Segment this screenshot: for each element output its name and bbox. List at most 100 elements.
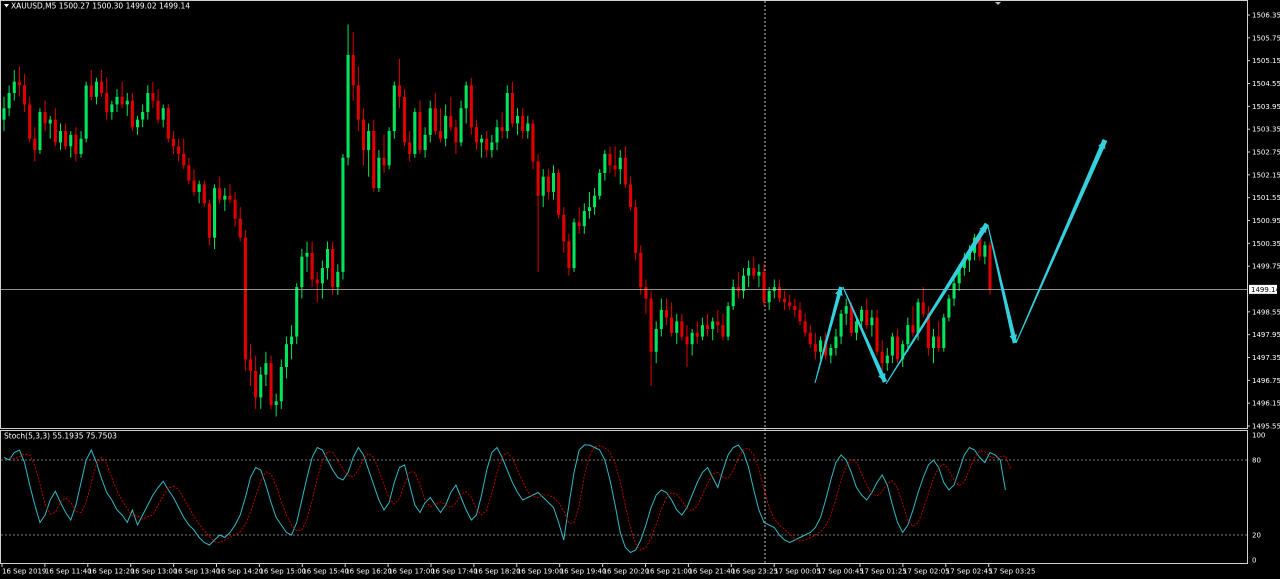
time-axis-label: 16 Sep 19:00 xyxy=(517,568,564,576)
candle-body xyxy=(593,195,597,208)
price-axis-label: 1505.15 xyxy=(1252,57,1280,65)
price-axis-label: 1496.75 xyxy=(1252,377,1280,385)
candle-body xyxy=(510,93,514,124)
candle-body xyxy=(2,108,6,120)
candle-body xyxy=(931,336,936,348)
candle-body xyxy=(156,100,160,120)
candle-body xyxy=(182,153,186,166)
price-axis-label: 1500.35 xyxy=(1252,240,1280,248)
candle-body xyxy=(315,279,319,284)
candle-body xyxy=(793,306,797,310)
candle-body xyxy=(572,222,576,269)
candle-body xyxy=(490,142,494,151)
candle-body xyxy=(17,81,21,86)
candle-body xyxy=(890,336,894,356)
candle-body xyxy=(469,85,473,128)
candle-body xyxy=(351,54,355,86)
candle-body xyxy=(84,85,88,139)
candle-body xyxy=(860,309,864,322)
candle-body xyxy=(243,237,247,360)
candle-body xyxy=(89,85,93,97)
candle-body xyxy=(829,347,833,356)
candle-body xyxy=(803,321,807,333)
candle-body xyxy=(171,138,176,147)
time-axis-label: 16 Sep 18:20 xyxy=(474,568,521,576)
candle-body xyxy=(695,332,699,337)
candle-body xyxy=(937,336,941,348)
symbol-dropdown-icon[interactable] xyxy=(4,4,9,8)
candle-body xyxy=(654,328,658,352)
arrow-segment xyxy=(987,225,1018,344)
candle-body xyxy=(135,119,140,128)
candle-body xyxy=(670,317,674,333)
candle-body xyxy=(320,268,324,284)
candle-body xyxy=(562,214,566,242)
candle-body xyxy=(115,96,119,105)
candle-body xyxy=(372,131,376,189)
candle-body xyxy=(480,138,484,143)
price-axis-label: 1501.55 xyxy=(1252,194,1280,202)
candle-body xyxy=(110,104,114,113)
candle-body xyxy=(228,195,232,200)
price-axis: 1506.35 1505.75 1505.15 1504.55 1503.95 1503.… xyxy=(1247,12,1280,431)
price-axis-label: 1500.95 xyxy=(1252,217,1280,225)
candle-body xyxy=(125,100,129,105)
current-price-label: 1499.14 xyxy=(1251,286,1280,294)
candle-body xyxy=(947,298,951,318)
candle-body xyxy=(331,249,335,288)
candle-body xyxy=(233,199,237,219)
candle-body xyxy=(567,241,571,269)
candle-body xyxy=(818,340,823,352)
candle-body xyxy=(546,176,550,192)
candle-body xyxy=(613,165,617,170)
candle-body xyxy=(521,115,525,132)
stoch-axis-label: 80 xyxy=(1252,457,1261,465)
candle-body xyxy=(752,268,756,276)
arrow-annotation[interactable] xyxy=(814,138,1108,385)
candle-body xyxy=(557,172,561,215)
chart-shift-marker-icon[interactable] xyxy=(995,2,1001,5)
candle-body xyxy=(7,93,11,109)
candle-body xyxy=(79,138,83,154)
candle-body xyxy=(94,81,98,97)
candle-body xyxy=(896,336,900,360)
candle-body xyxy=(516,115,520,124)
candle-body xyxy=(464,85,468,109)
time-axis-label: 16 Sep 23:25 xyxy=(731,568,778,576)
candle-body xyxy=(603,153,607,173)
candle-body xyxy=(146,93,150,113)
price-axis-label: 1499.75 xyxy=(1252,263,1280,271)
candle-body xyxy=(500,127,504,132)
stoch-axis-label: 20 xyxy=(1252,532,1261,540)
time-axis-label: 16 Sep 21:00 xyxy=(646,568,693,576)
candle-body xyxy=(526,123,530,132)
candle-body xyxy=(397,85,401,97)
candle-body xyxy=(166,108,170,139)
price-axis-label: 1502.75 xyxy=(1252,149,1280,157)
candle-body xyxy=(983,245,987,257)
candle-body xyxy=(906,325,910,345)
candle-body xyxy=(757,271,761,276)
candle-body xyxy=(731,287,735,307)
candle-body xyxy=(741,275,746,291)
chart-canvas[interactable]: 1506.35 1505.75 1505.15 1504.55 1503.95 1503.… xyxy=(0,0,1280,579)
candle-body xyxy=(459,108,463,143)
price-axis-label: 1502.15 xyxy=(1252,171,1280,179)
candle-body xyxy=(433,108,437,132)
candle-body xyxy=(659,309,663,329)
stoch-header: Stoch(5,3,3) 55.1935 75.7503 xyxy=(4,432,117,441)
candle-body xyxy=(551,172,556,192)
candle-body xyxy=(495,127,499,143)
stoch-axis-label: 100 xyxy=(1252,432,1265,440)
symbol-header: XAUUSD,M5 1500.27 1500.30 1499.02 1499.1… xyxy=(11,2,190,11)
time-axis-label: 16 Sep 15:40 xyxy=(302,568,349,576)
candle-body xyxy=(685,336,689,345)
candle-body xyxy=(33,138,37,151)
candle-body xyxy=(223,195,227,200)
price-axis-label: 1498.55 xyxy=(1252,308,1280,316)
time-axis-label: 16 Sep 17:00 xyxy=(388,568,435,576)
time-axis-label: 17 Sep 02:45 xyxy=(946,568,993,576)
candle-body xyxy=(413,112,417,154)
candle-body xyxy=(721,325,725,337)
candle-body xyxy=(444,115,448,139)
